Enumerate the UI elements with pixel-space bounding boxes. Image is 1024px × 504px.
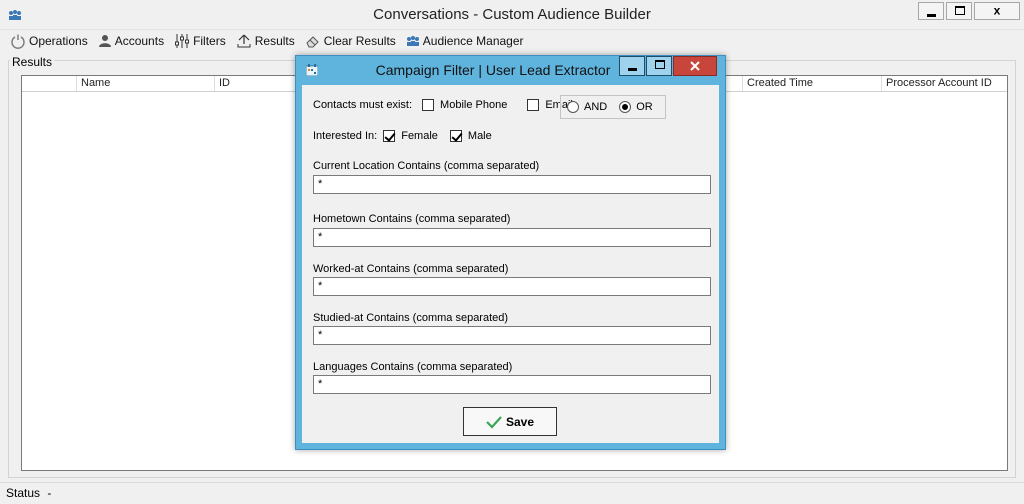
close-icon: x bbox=[993, 3, 1001, 18]
clear-results-menu[interactable]: Clear Results bbox=[305, 33, 396, 49]
filters-menu[interactable]: Filters bbox=[174, 33, 226, 49]
operations-menu[interactable]: Operations bbox=[10, 33, 88, 49]
maximize-icon bbox=[955, 6, 965, 15]
status-label: Status bbox=[6, 486, 41, 500]
contacts-row: Contacts must exist: Mobile Phone Email bbox=[313, 99, 573, 111]
audience-manager-label: Audience Manager bbox=[422, 34, 524, 48]
hometown-label: Hometown Contains (comma separated) bbox=[313, 213, 511, 225]
campaign-filter-dialog: Campaign Filter | User Lead Extractor Co… bbox=[295, 55, 726, 450]
mobile-phone-checkbox[interactable] bbox=[422, 99, 435, 111]
and-label: AND bbox=[584, 101, 608, 113]
languages-label: Languages Contains (comma separated) bbox=[313, 361, 513, 373]
results-label: Results bbox=[254, 34, 295, 48]
eraser-icon bbox=[306, 36, 319, 48]
minimize-button[interactable] bbox=[918, 2, 944, 20]
maximize-button[interactable] bbox=[946, 2, 972, 20]
audience-manager-menu[interactable]: Audience Manager bbox=[406, 34, 524, 48]
studied-at-input[interactable]: * bbox=[313, 326, 711, 345]
worked-at-input[interactable]: * bbox=[313, 277, 711, 296]
mobile-phone-label: Mobile Phone bbox=[440, 99, 508, 111]
status-value: - bbox=[47, 486, 52, 500]
statusbar: Status - bbox=[0, 482, 1024, 504]
worked-at-label: Worked-at Contains (comma separated) bbox=[313, 263, 509, 275]
hometown-input[interactable]: * bbox=[313, 228, 711, 247]
current-location-input[interactable]: * bbox=[313, 175, 711, 194]
operations-label: Operations bbox=[29, 34, 88, 48]
or-label: OR bbox=[636, 101, 653, 113]
current-location-label: Current Location Contains (comma separat… bbox=[313, 160, 540, 172]
close-icon bbox=[690, 61, 700, 71]
dialog-close-button[interactable] bbox=[673, 56, 717, 76]
window-title: Conversations - Custom Audience Builder bbox=[373, 6, 651, 23]
male-checkbox[interactable] bbox=[449, 130, 462, 142]
maximize-icon bbox=[655, 60, 665, 69]
sliders-icon bbox=[175, 34, 190, 48]
dialog-body: Contacts must exist: Mobile Phone Email … bbox=[302, 85, 719, 443]
minimize-icon bbox=[927, 14, 936, 17]
and-radio[interactable] bbox=[567, 101, 579, 113]
dialog-minimize-button[interactable] bbox=[619, 56, 645, 76]
column-created-time[interactable]: Created Time bbox=[742, 76, 882, 91]
minimize-icon bbox=[628, 68, 637, 71]
clear-results-label: Clear Results bbox=[323, 34, 396, 48]
or-radio[interactable] bbox=[619, 101, 632, 113]
toolbar: Operations Accounts Filters Results Clea… bbox=[0, 30, 1024, 52]
accounts-label: Accounts bbox=[114, 34, 165, 48]
results-group-label: Results bbox=[10, 55, 55, 69]
column-name[interactable]: Name bbox=[76, 76, 214, 91]
dialog-titlebar: Campaign Filter | User Lead Extractor bbox=[296, 56, 725, 84]
column-processor-account-id[interactable]: Processor Account ID bbox=[881, 76, 1007, 91]
dialog-maximize-button[interactable] bbox=[646, 56, 672, 76]
languages-input[interactable]: * bbox=[313, 375, 711, 394]
accounts-menu[interactable]: Accounts bbox=[98, 34, 164, 48]
people-icon bbox=[406, 36, 419, 46]
close-button[interactable]: x bbox=[974, 2, 1020, 20]
save-button[interactable]: Save bbox=[463, 407, 557, 436]
checkmark-icon bbox=[486, 415, 502, 429]
results-menu[interactable]: Results bbox=[236, 33, 295, 49]
interested-row: Interested In: Female Male bbox=[313, 130, 492, 142]
filters-label: Filters bbox=[193, 34, 226, 48]
email-checkbox[interactable] bbox=[527, 99, 540, 111]
contacts-label: Contacts must exist: bbox=[313, 99, 413, 111]
female-checkbox[interactable] bbox=[383, 130, 396, 142]
female-label: Female bbox=[401, 130, 438, 142]
and-or-group: AND OR bbox=[560, 95, 666, 119]
upload-icon bbox=[237, 34, 251, 48]
studied-at-label: Studied-at Contains (comma separated) bbox=[313, 312, 509, 324]
interested-label: Interested In: bbox=[313, 130, 378, 142]
save-label: Save bbox=[505, 414, 535, 429]
user-icon bbox=[98, 35, 111, 47]
main-titlebar: Conversations - Custom Audience Builder … bbox=[0, 0, 1024, 30]
power-icon bbox=[11, 34, 25, 49]
male-label: Male bbox=[467, 130, 492, 142]
